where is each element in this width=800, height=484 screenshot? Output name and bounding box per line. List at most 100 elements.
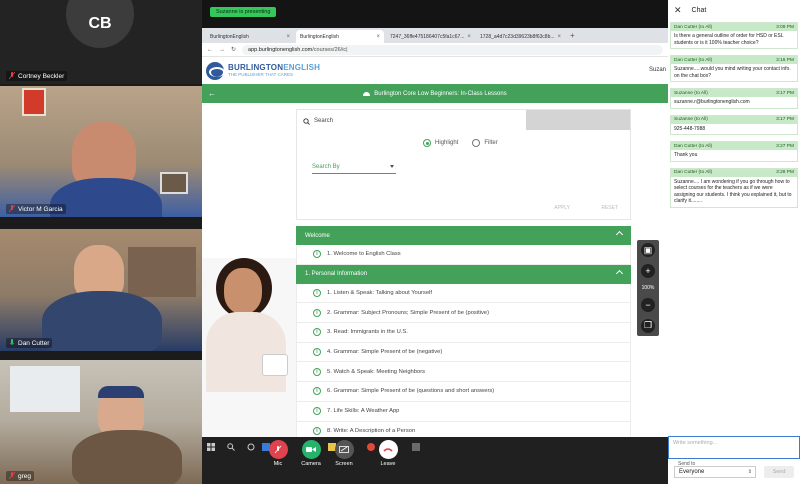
participant-tile[interactable]: greg [0, 360, 202, 484]
chat-message: Suzanne (to All) 3:17 PM suzanne.r@burlin… [670, 88, 798, 109]
participant-name: Dan Cutter [18, 339, 50, 347]
back-arrow-icon[interactable]: ← [208, 89, 216, 98]
zoom-out-button[interactable]: − [641, 297, 655, 312]
camera-snapshot-icon[interactable]: ▣ [641, 243, 655, 258]
wall-picture [22, 88, 46, 116]
presenting-badge: Suzanne is presenting [210, 7, 277, 17]
lesson-item[interactable]: i 7. Life Skills: A Weather App [296, 401, 631, 422]
lesson-title: 3. Read: Immigrants in the U.S. [327, 329, 408, 336]
screen-share-button[interactable]: Screen [332, 440, 356, 467]
radio-on-icon [423, 139, 431, 147]
leave-button[interactable]: Leave [376, 440, 400, 467]
new-tab-icon[interactable]: + [570, 31, 575, 40]
forward-arrow-icon[interactable]: → [219, 47, 225, 53]
info-icon[interactable]: i [313, 407, 321, 416]
close-icon[interactable]: × [558, 34, 562, 40]
close-icon[interactable]: × [376, 34, 380, 40]
info-icon[interactable]: i [313, 387, 321, 396]
browser-tab[interactable]: 7247_36ffe475186407c5fa1c67... × [386, 30, 474, 43]
send-to-select[interactable]: Everyone ⇕ [674, 466, 756, 478]
browser-tab[interactable]: BurlingtonEnglish × [206, 30, 294, 43]
lesson-item[interactable]: i 6. Grammar: Simple Present of be (quest… [296, 382, 631, 402]
info-icon[interactable]: i [313, 367, 321, 376]
lesson-list: Welcome i 1. Welcome to English Class 1. … [296, 226, 631, 441]
participant-tile[interactable]: Dan Cutter [0, 229, 202, 351]
chat-input[interactable]: Write something... [668, 436, 800, 459]
select-arrows-icon: ⇕ [747, 469, 752, 475]
search-input[interactable] [526, 110, 630, 130]
brand-name: BURLINGTON [228, 62, 284, 72]
logo-icon [206, 61, 225, 80]
camera-label: Camera [301, 461, 321, 467]
photo-face [224, 268, 262, 314]
zoom-in-button[interactable]: + [641, 264, 655, 279]
message-text: Suzanne.....would you mind writing your … [671, 64, 797, 81]
browser-tab-active[interactable]: BurlingtonEnglish × [296, 30, 384, 43]
chrome-icon[interactable] [367, 443, 375, 451]
apply-button[interactable]: APPLY [554, 205, 570, 211]
info-icon[interactable]: i [313, 289, 321, 298]
lesson-item[interactable]: i 5. Watch & Speak: Meeting Neighbors [296, 362, 631, 383]
radio-off-icon [472, 139, 481, 147]
close-icon[interactable]: ✕ [674, 5, 682, 16]
highlight-radio[interactable]: Highlight [423, 139, 458, 147]
info-icon[interactable]: i [313, 308, 321, 317]
info-icon[interactable]: i [313, 250, 321, 259]
reset-button[interactable]: RESET [601, 205, 618, 211]
site-header: BURLINGTONENGLISH THE PUBLISHER THAT CAR… [202, 57, 668, 84]
mic-button[interactable]: Mic [266, 440, 290, 467]
search-by-label: Search By [312, 164, 340, 170]
brand-tagline: THE PUBLISHER THAT CARES [228, 71, 294, 77]
info-icon[interactable]: i [313, 328, 321, 337]
close-icon[interactable]: × [286, 34, 290, 40]
page-title: Burlington Core Low Beginners: In-Class … [363, 91, 507, 97]
section-header-welcome[interactable]: Welcome [296, 226, 631, 245]
user-name[interactable]: Suzan [649, 67, 666, 73]
app-icon[interactable] [412, 443, 420, 451]
shared-screen: Suzanne is presenting BurlingtonEnglish ×… [202, 0, 668, 484]
camera-button[interactable]: Camera [299, 440, 323, 467]
participant-name: Victor M Garcia [18, 205, 63, 213]
browser-tab[interactable]: 1728_a4d7c23d39623b8f63c8b... × [476, 30, 564, 43]
lesson-item[interactable]: i 2. Grammar: Subject Pronouns; Simple Pr… [296, 303, 631, 324]
lesson-item[interactable]: i 3. Read: Immigrants in the U.S. [296, 323, 631, 343]
tab-label: 1728_a4d7c23d39623b8f63c8b... [480, 33, 555, 40]
search-icon[interactable] [227, 443, 235, 451]
mic-muted-icon [268, 440, 288, 459]
section-header-personal-information[interactable]: 1. Personal Information [296, 264, 631, 284]
windows-start-icon[interactable] [207, 443, 215, 451]
back-arrow-icon[interactable]: ← [207, 47, 213, 53]
url-host: app.burlingtonenglish.com [248, 46, 313, 53]
window [10, 366, 80, 412]
fit-screen-icon[interactable]: ❐ [641, 318, 655, 333]
search-icon [303, 117, 310, 125]
participant-tile[interactable]: CB Cortney Beckler [0, 0, 202, 84]
cap [98, 386, 144, 398]
graduation-cap-icon [363, 91, 371, 96]
wall-picture [160, 172, 188, 194]
lesson-title: 4. Grammar: Simple Present of be (negati… [327, 349, 443, 356]
lesson-title: 2. Grammar: Subject Pronouns; Simple Pre… [327, 309, 490, 316]
mic-icon [9, 339, 15, 345]
lesson-item[interactable]: i 4. Grammar: Simple Present of be (negat… [296, 342, 631, 363]
search-by-dropdown[interactable]: Search By [312, 162, 396, 174]
info-icon[interactable]: i [313, 426, 321, 435]
task-view-icon[interactable] [247, 443, 255, 451]
lesson-title: 1. Listen & Speak: Talking about Yoursel… [327, 290, 432, 297]
chevron-up-icon [615, 269, 624, 277]
lesson-item[interactable]: i 1. Listen & Speak: Talking about Yourse… [296, 283, 631, 304]
send-button[interactable]: Send [764, 466, 794, 478]
info-icon[interactable]: i [313, 348, 321, 357]
url-field[interactable]: app.burlingtonenglish.com/courses/26/ic| [242, 44, 663, 55]
tab-label: 7247_36ffe475186407c5fa1c67... [390, 33, 465, 40]
message-time: 3:09 PM [776, 24, 794, 30]
participant-tile[interactable]: Victor M Garcia [0, 86, 202, 217]
message-time: 3:17 PM [776, 117, 794, 122]
lesson-item[interactable]: i 1. Welcome to English Class [296, 245, 631, 265]
filter-radio[interactable]: Filter [472, 139, 498, 147]
reload-icon[interactable]: ↻ [231, 46, 236, 53]
chat-title: Chat [691, 6, 707, 14]
photo-mug [262, 354, 288, 376]
mic-muted-icon [9, 205, 15, 213]
close-icon[interactable]: × [467, 34, 471, 40]
